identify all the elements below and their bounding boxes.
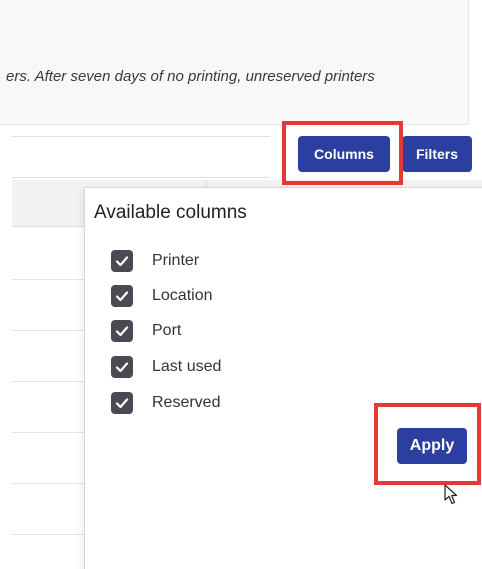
check-icon bbox=[115, 256, 129, 267]
column-option-label: Location bbox=[152, 287, 213, 304]
column-option-label: Port bbox=[152, 322, 182, 339]
checkbox-printer[interactable] bbox=[111, 250, 133, 272]
check-icon bbox=[115, 326, 129, 337]
column-option-location[interactable]: Location bbox=[111, 284, 213, 308]
check-icon bbox=[115, 362, 129, 373]
column-option-last-used[interactable]: Last used bbox=[111, 355, 221, 379]
checkbox-last-used[interactable] bbox=[111, 356, 133, 378]
column-option-label: Reserved bbox=[152, 394, 221, 411]
column-option-printer[interactable]: Printer bbox=[111, 249, 199, 273]
table-row-divider bbox=[12, 330, 84, 331]
column-option-port[interactable]: Port bbox=[111, 319, 181, 343]
columns-button[interactable]: Columns bbox=[298, 136, 390, 172]
table-row-divider bbox=[12, 534, 84, 535]
column-option-reserved[interactable]: Reserved bbox=[111, 391, 220, 415]
page: ers. After seven days of no printing, un… bbox=[0, 0, 482, 569]
table-row-divider bbox=[12, 432, 84, 433]
info-notice: ers. After seven days of no printing, un… bbox=[0, 0, 469, 125]
checkbox-port[interactable] bbox=[111, 320, 133, 342]
column-option-label: Last used bbox=[152, 358, 222, 375]
popup-title: Available columns bbox=[94, 202, 247, 223]
search-bar-area bbox=[12, 136, 270, 178]
table-row-divider bbox=[12, 483, 84, 484]
check-icon bbox=[115, 291, 129, 302]
apply-button[interactable]: Apply bbox=[397, 428, 467, 464]
notice-text: ers. After seven days of no printing, un… bbox=[6, 68, 375, 85]
mouse-pointer-icon bbox=[444, 484, 458, 505]
checkbox-location[interactable] bbox=[111, 285, 133, 307]
available-columns-popup: Available columns Printer Location Port … bbox=[84, 187, 482, 569]
filters-button[interactable]: Filters bbox=[402, 136, 472, 172]
table-row-divider bbox=[12, 279, 84, 280]
checkbox-reserved[interactable] bbox=[111, 392, 133, 414]
table-row-divider bbox=[12, 381, 84, 382]
check-icon bbox=[115, 398, 129, 409]
column-option-label: Printer bbox=[152, 252, 200, 269]
